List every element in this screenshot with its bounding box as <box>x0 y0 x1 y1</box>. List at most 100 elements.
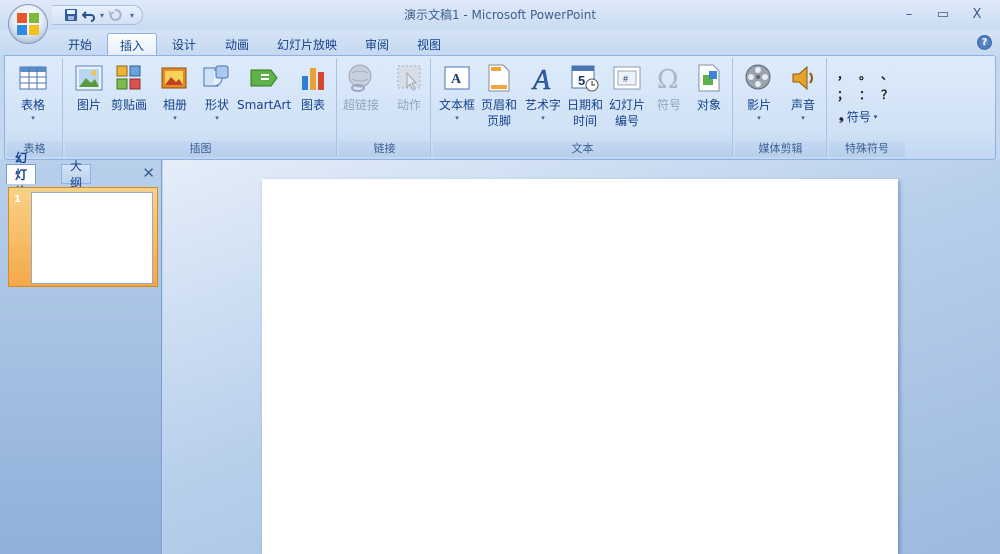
smartart-button[interactable]: SmartArt <box>237 62 291 113</box>
symbol-period[interactable]: 。 <box>859 66 871 83</box>
date-time-button[interactable]: 5 日期和 时间 <box>567 62 603 129</box>
chart-label: 图表 <box>300 98 325 112</box>
shapes-button[interactable]: 形状 ▾ <box>201 62 233 123</box>
special-symbol-button[interactable]: ❟ 符号 ▾ <box>839 108 877 125</box>
text-box-button[interactable]: A 文本框 ▾ <box>439 62 475 123</box>
wordart-label: 艺术字 <box>525 98 562 112</box>
special-symbol-prefix: ❟ <box>839 109 844 123</box>
calendar-icon: 5 <box>569 62 601 94</box>
close-button[interactable]: X <box>960 4 994 24</box>
office-logo-icon <box>17 13 39 35</box>
picture-icon <box>73 62 105 94</box>
tab-animations[interactable]: 动画 <box>213 33 261 55</box>
group-table: 表格 ▾ 表格 <box>7 58 63 157</box>
title-bar: 演示文稿1 - Microsoft PowerPoint – ▭ X <box>0 0 1000 30</box>
chevron-down-icon: ▾ <box>215 114 219 122</box>
symbol-question[interactable]: ？ <box>881 86 893 103</box>
window-controls: – ▭ X <box>892 4 994 24</box>
object-button[interactable]: 对象 <box>693 62 725 113</box>
hyperlink-icon <box>345 62 377 94</box>
group-special-symbols: ， 。 、 ； ： ？ ❟ 符号 ▾ 特殊符号 <box>829 58 905 157</box>
photo-album-label: 相册 <box>162 98 187 112</box>
tab-view[interactable]: 视图 <box>405 33 453 55</box>
slide-number-button[interactable]: # 幻灯片 编号 <box>609 62 645 129</box>
tab-home[interactable]: 开始 <box>56 33 104 55</box>
hyperlink-label: 超链接 <box>343 98 380 112</box>
movie-label: 影片 <box>746 98 771 112</box>
symbol-enumeration-comma[interactable]: 、 <box>881 66 893 83</box>
film-reel-icon <box>743 62 775 94</box>
table-button[interactable]: 表格 ▾ <box>17 62 49 123</box>
symbol-colon[interactable]: ： <box>859 86 871 103</box>
picture-button[interactable]: 图片 <box>73 62 105 113</box>
speaker-icon <box>787 62 819 94</box>
tab-slides[interactable]: 幻灯片 <box>6 151 37 199</box>
slide-editor <box>163 160 1000 554</box>
symbol-button[interactable]: Ω 符号 <box>653 62 685 113</box>
text-box-icon: A <box>441 62 473 94</box>
save-icon[interactable] <box>62 7 80 23</box>
symbol-comma[interactable]: ， <box>837 66 849 83</box>
tab-slide-show[interactable]: 幻灯片放映 <box>265 33 349 55</box>
picture-label: 图片 <box>76 98 101 112</box>
tab-review[interactable]: 审阅 <box>353 33 401 55</box>
header-footer-label-2: 页脚 <box>487 114 512 128</box>
group-links: 超链接 动作 链接 <box>339 58 431 157</box>
customize-qat-icon[interactable]: ▾ <box>128 11 136 20</box>
date-time-label-2: 时间 <box>573 114 598 128</box>
tab-outline[interactable]: 大纲 <box>61 159 92 190</box>
group-label-special-symbols: 特殊符号 <box>829 141 905 157</box>
symbol-semicolon[interactable]: ； <box>837 86 849 103</box>
ribbon-tabs: 开始 插入 设计 动画 幻灯片放映 审阅 视图 ? <box>0 30 1000 56</box>
slide-thumbnail[interactable] <box>31 192 153 284</box>
slide-thumbnail-selected[interactable]: 1 <box>8 187 158 287</box>
slide-canvas[interactable] <box>262 179 898 554</box>
clip-art-icon <box>113 62 145 94</box>
header-footer-button[interactable]: 页眉和 页脚 <box>481 62 517 129</box>
clip-art-button[interactable]: 剪贴画 <box>111 62 147 113</box>
smartart-icon <box>248 62 280 94</box>
chevron-down-icon: ▾ <box>801 114 805 122</box>
slides-pane: 幻灯片 大纲 ✕ 1 <box>0 151 162 554</box>
close-icon[interactable]: ✕ <box>142 164 155 182</box>
maximize-button[interactable]: ▭ <box>926 4 960 24</box>
shapes-icon <box>201 62 233 94</box>
sound-button[interactable]: 声音 ▾ <box>787 62 819 123</box>
special-symbol-label: 符号 <box>846 110 871 124</box>
office-button[interactable] <box>8 4 48 44</box>
movie-button[interactable]: 影片 ▾ <box>743 62 775 123</box>
redo-icon[interactable] <box>106 7 124 23</box>
undo-icon[interactable] <box>80 7 98 23</box>
header-footer-icon <box>483 62 515 94</box>
svg-text:5: 5 <box>578 73 585 88</box>
undo-dropdown-icon[interactable]: ▾ <box>98 11 106 20</box>
chart-icon <box>297 62 329 94</box>
photo-album-icon <box>159 62 191 94</box>
object-label: 对象 <box>696 98 721 112</box>
tab-insert[interactable]: 插入 <box>107 33 158 56</box>
text-box-label: 文本框 <box>439 98 476 112</box>
chart-button[interactable]: 图表 <box>297 62 329 113</box>
wordart-icon: A <box>527 62 559 94</box>
hyperlink-button[interactable]: 超链接 <box>343 62 379 113</box>
help-icon[interactable]: ? <box>977 35 992 50</box>
quick-access-toolbar: ▾ ▾ <box>52 5 143 25</box>
clip-art-label: 剪贴画 <box>111 98 148 112</box>
table-label: 表格 <box>20 98 45 112</box>
minimize-button[interactable]: – <box>892 4 926 24</box>
group-text: A 文本框 ▾ 页眉和 页脚 A 艺术字 ▾ 5 日期和 时间 # 幻灯片 编号… <box>433 58 733 157</box>
sound-label: 声音 <box>790 98 815 112</box>
tab-design[interactable]: 设计 <box>160 33 208 55</box>
svg-text:A: A <box>451 72 462 87</box>
table-icon <box>17 62 49 94</box>
action-button[interactable]: 动作 <box>393 62 425 113</box>
photo-album-button[interactable]: 相册 ▾ <box>159 62 191 123</box>
wordart-button[interactable]: A 艺术字 ▾ <box>525 62 561 123</box>
smartart-label: SmartArt <box>237 98 292 112</box>
group-label-media-clips: 媒体剪辑 <box>735 141 826 157</box>
shapes-label: 形状 <box>204 98 229 112</box>
chevron-down-icon: ▾ <box>757 114 761 122</box>
group-media-clips: 影片 ▾ 声音 ▾ 媒体剪辑 <box>735 58 827 157</box>
action-icon <box>393 62 425 94</box>
symbol-label: 符号 <box>656 98 681 112</box>
